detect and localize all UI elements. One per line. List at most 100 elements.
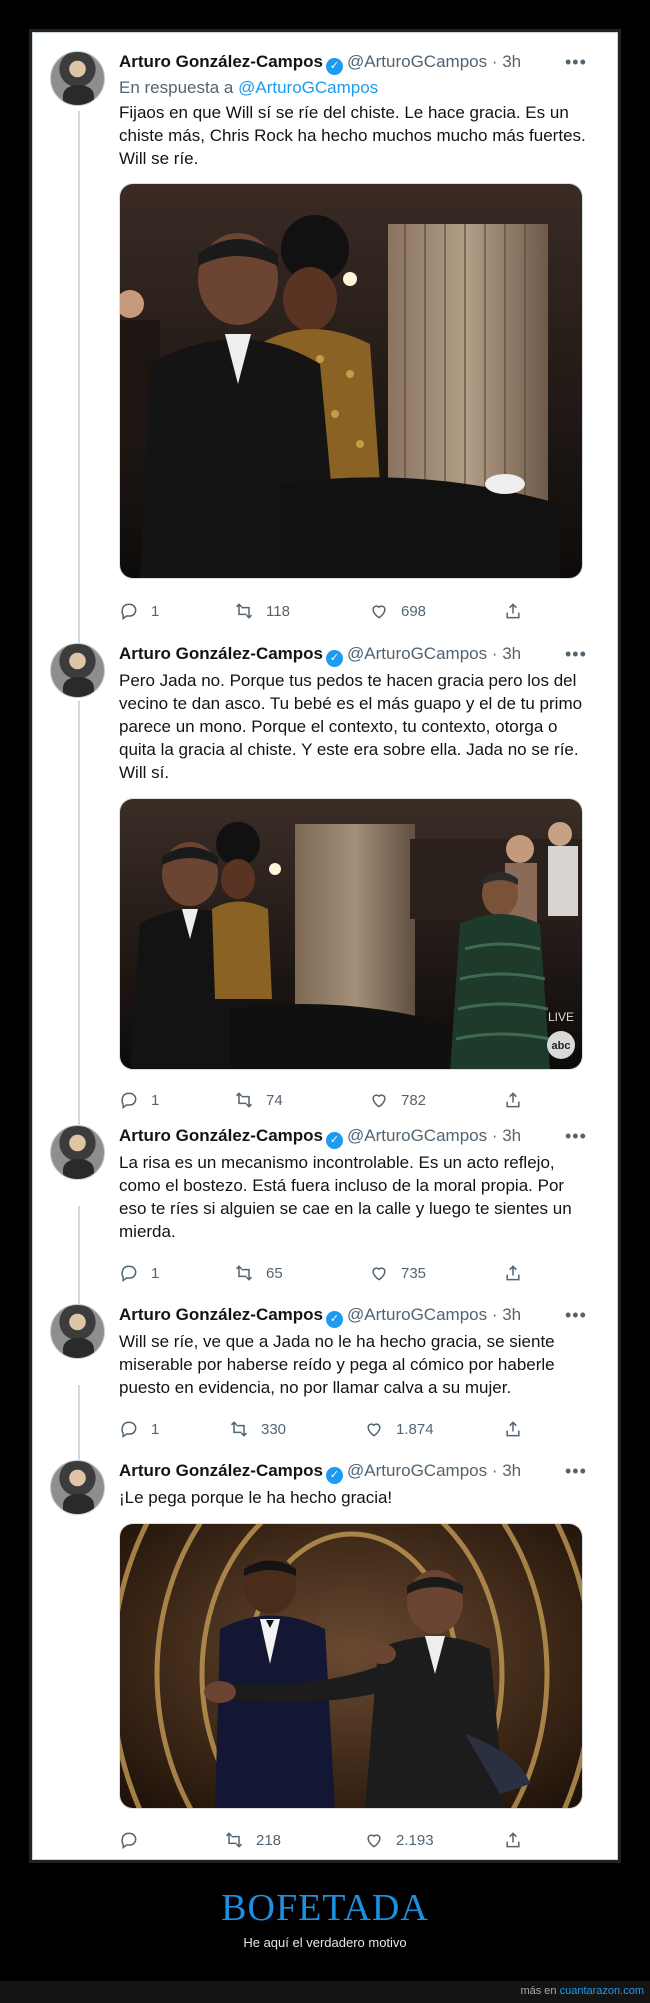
tweet-text: Pero Jada no. Porque tus pedos te hacen … [119, 671, 583, 782]
tweet-text: ¡Le pega porque le ha hecho gracia! [119, 1488, 393, 1507]
tweet-actions: 1 118 698 [119, 599, 539, 623]
heart-icon [372, 1267, 386, 1281]
tweet-photo[interactable] [119, 1523, 583, 1809]
tweet-thread-screenshot: Arturo González-Campos ✓ @ArturoGCampos · … [32, 32, 618, 1860]
retweet-count: 74 [266, 1091, 283, 1109]
share-action[interactable] [503, 1261, 523, 1285]
site-credit: más en cuantarazon.com [520, 1985, 644, 1997]
reply-count: 1 [151, 1091, 160, 1109]
avatar[interactable] [50, 1460, 105, 1515]
retweet-icon [235, 603, 253, 619]
like-count: 698 [401, 602, 427, 620]
author-handle[interactable]: @ArturoGCampos [347, 1305, 487, 1324]
reply-action[interactable]: 1 [119, 1261, 159, 1285]
reply-context: En respuesta a @ArturoGCampos [119, 77, 378, 99]
reply-icon [121, 603, 137, 620]
photo-will-and-jada: LIVE abc [120, 799, 582, 1069]
retweet-action[interactable]: 65 [234, 1261, 283, 1285]
verified-badge-icon: ✓ [326, 1132, 344, 1149]
share-action[interactable] [503, 1417, 523, 1441]
like-action[interactable]: 2.193 [364, 1828, 434, 1852]
reply-action[interactable]: 1 [119, 1088, 159, 1112]
tweet-photo[interactable]: LIVE abc [119, 798, 583, 1070]
like-action[interactable]: 698 [369, 599, 426, 623]
share-icon [506, 1421, 520, 1437]
tweet-header: Arturo González-Campos ✓ @ArturoGCampos · … [119, 51, 521, 75]
tweet-header: Arturo González-Campos ✓ @ArturoGCampos · … [119, 643, 521, 667]
share-action[interactable] [503, 1828, 523, 1852]
like-count: 2.193 [396, 1831, 434, 1849]
like-action[interactable]: 782 [369, 1088, 426, 1112]
retweet-action[interactable]: 74 [234, 1088, 283, 1112]
tweet-actions: 1 65 735 [119, 1261, 539, 1285]
tweet-actions: 218 2.193 [119, 1828, 539, 1852]
avatar[interactable] [50, 643, 105, 698]
like-count: 735 [401, 1264, 427, 1282]
tweet-header: Arturo González-Campos ✓ @ArturoGCampos · … [119, 1125, 521, 1149]
tweet-header: Arturo González-Campos ✓ @ArturoGCampos · … [119, 1460, 521, 1484]
author-name[interactable]: Arturo González-Campos [119, 1126, 323, 1145]
reply-action[interactable]: 1 [119, 599, 159, 623]
more-horizontal-icon[interactable]: ••• [565, 1460, 587, 1482]
tweet-time[interactable]: · 3h [492, 1305, 521, 1324]
retweet-icon [225, 1832, 243, 1848]
share-action[interactable] [503, 1088, 523, 1112]
retweet-count: 218 [256, 1831, 282, 1849]
retweet-count: 330 [261, 1420, 287, 1438]
share-action[interactable] [503, 599, 523, 623]
more-horizontal-icon[interactable]: ••• [565, 1304, 587, 1326]
post-title: BOFETADA [221, 1887, 429, 1929]
tweet-time[interactable]: · 3h [492, 1126, 521, 1145]
thread-line [78, 111, 80, 651]
more-horizontal-icon[interactable]: ••• [565, 51, 587, 73]
author-name[interactable]: Arturo González-Campos [119, 1461, 323, 1480]
thread-line [78, 701, 80, 1157]
footer-bar: más en cuantarazon.com [0, 1981, 650, 2003]
reply-action[interactable]: 1 [119, 1417, 159, 1441]
site-link[interactable]: cuantarazon.com [560, 1985, 644, 1997]
reply-count: 1 [151, 602, 160, 620]
retweet-icon [230, 1421, 248, 1437]
tweet-text: La risa es un mecanismo incontrolable. E… [119, 1153, 572, 1241]
like-action[interactable]: 1.874 [364, 1417, 434, 1441]
tweet-time[interactable]: · 3h [492, 52, 521, 71]
avatar[interactable] [50, 51, 105, 106]
tweet-photo[interactable] [119, 183, 583, 579]
retweet-action[interactable]: 218 [224, 1828, 281, 1852]
author-name[interactable]: Arturo González-Campos [119, 52, 323, 71]
verified-badge-icon: ✓ [326, 650, 344, 667]
tweet-time[interactable]: · 3h [492, 644, 521, 663]
like-action[interactable]: 735 [369, 1261, 426, 1285]
reply-handle-link[interactable]: @ArturoGCampos [238, 78, 378, 97]
author-handle[interactable]: @ArturoGCampos [347, 52, 487, 71]
tweet-text: Will se ríe, ve que a Jada no le ha hech… [119, 1332, 555, 1397]
avatar[interactable] [50, 1304, 105, 1359]
avatar[interactable] [50, 1125, 105, 1180]
heart-icon [372, 605, 386, 619]
verified-badge-icon: ✓ [326, 1467, 344, 1484]
reply-icon [121, 1421, 137, 1438]
retweet-icon [235, 1265, 253, 1281]
tweet-actions: 1 330 1.874 [119, 1417, 539, 1441]
author-handle[interactable]: @ArturoGCampos [347, 644, 487, 663]
reply-action[interactable] [119, 1828, 139, 1852]
tweet-time[interactable]: · 3h [492, 1461, 521, 1480]
retweet-action[interactable]: 330 [229, 1417, 286, 1441]
author-handle[interactable]: @ArturoGCampos [347, 1126, 487, 1145]
tweet-actions: 1 74 782 [119, 1088, 539, 1112]
share-icon [506, 1092, 520, 1108]
retweet-count: 118 [266, 602, 290, 620]
like-count: 782 [401, 1091, 427, 1109]
more-horizontal-icon[interactable]: ••• [565, 643, 587, 665]
author-name[interactable]: Arturo González-Campos [119, 1305, 323, 1324]
retweet-count: 65 [266, 1264, 283, 1282]
share-icon [506, 1832, 520, 1848]
retweet-action[interactable]: 118 [234, 599, 290, 623]
post-subtitle: He aquí el verdadero motivo [243, 1935, 407, 1950]
author-handle[interactable]: @ArturoGCampos [347, 1461, 487, 1480]
more-horizontal-icon[interactable]: ••• [565, 1125, 587, 1147]
author-name[interactable]: Arturo González-Campos [119, 644, 323, 663]
share-icon [506, 603, 520, 619]
verified-badge-icon: ✓ [326, 1311, 344, 1328]
tweet-text: Fijaos en que Will sí se ríe del chiste.… [119, 103, 586, 168]
